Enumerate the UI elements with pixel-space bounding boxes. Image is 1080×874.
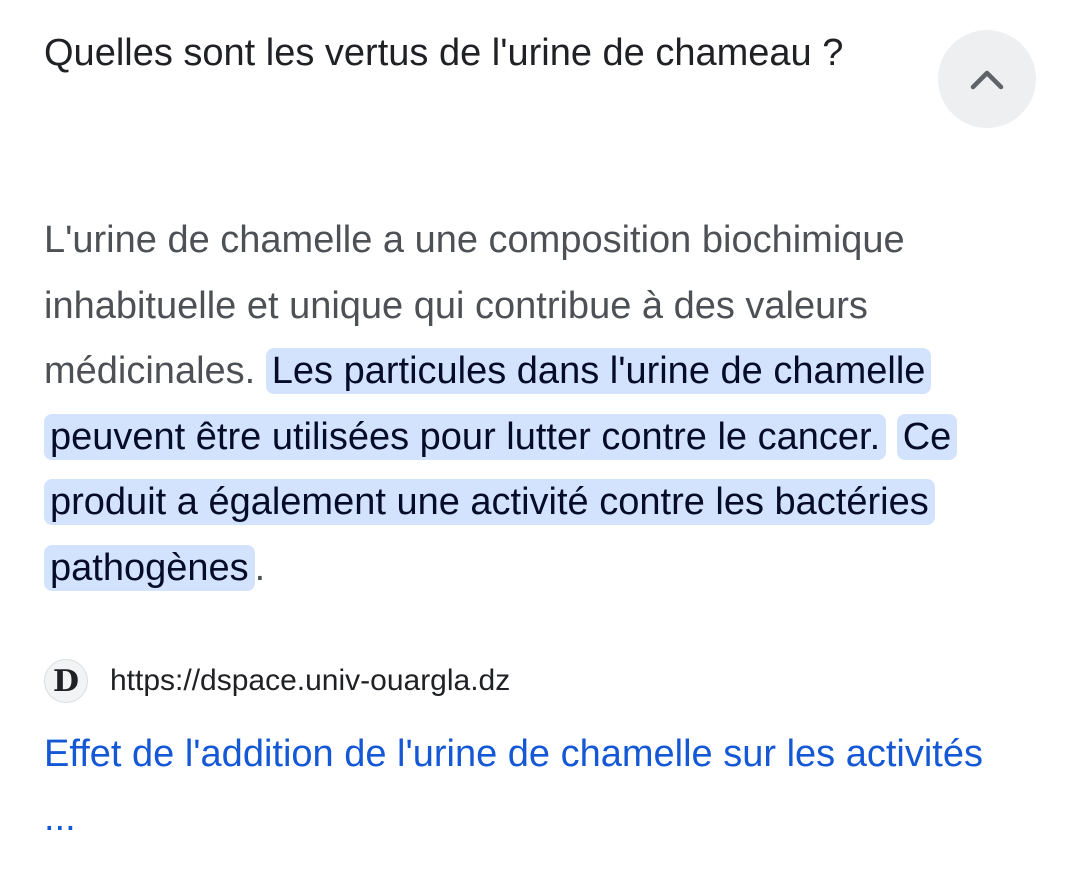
answer-snippet: L'urine de chamelle a une composition bi… <box>44 208 1044 601</box>
collapse-button[interactable] <box>938 30 1036 128</box>
favicon-letter: D <box>52 663 79 699</box>
source-url[interactable]: https://dspace.univ-ouargla.dz <box>110 664 510 698</box>
question-heading: Quelles sont les vertus de l'urine de ch… <box>44 32 844 74</box>
result-title-link[interactable]: Effet de l'addition de l'urine de chamel… <box>44 722 1004 850</box>
chevron-up-icon <box>970 70 1004 90</box>
answer-trailing: . <box>254 546 266 589</box>
source-row[interactable]: D https://dspace.univ-ouargla.dz <box>44 656 510 706</box>
site-favicon-icon: D <box>44 659 88 703</box>
